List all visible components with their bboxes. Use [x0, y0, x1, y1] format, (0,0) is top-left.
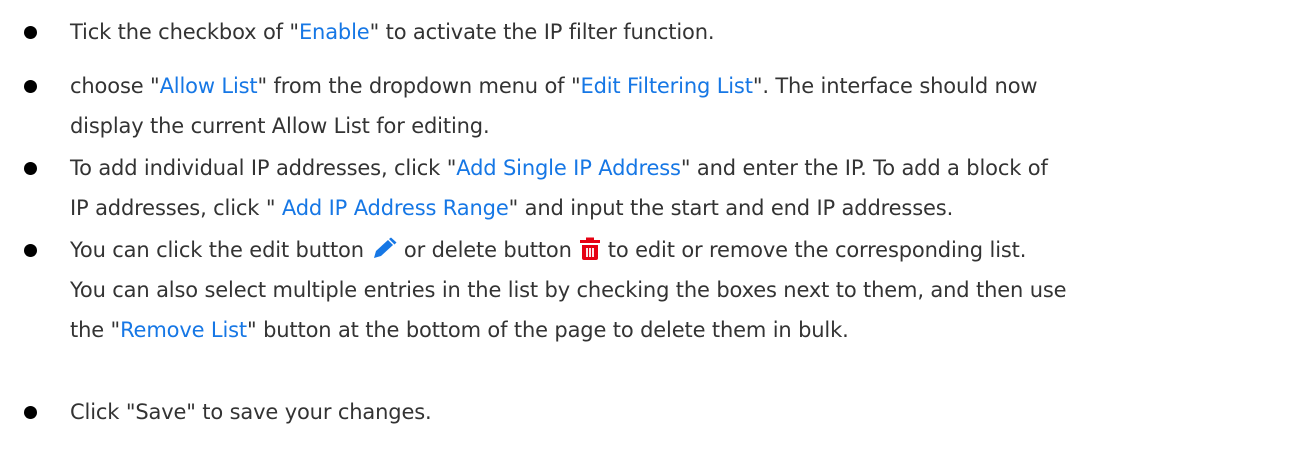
text-segment: " to activate the IP filter function. — [369, 20, 715, 44]
highlighted-term: Enable — [298, 20, 370, 44]
text-segment: " and input the start and end IP address… — [508, 196, 954, 220]
text-segment: ". The interface should now — [752, 74, 1038, 98]
highlighted-term: Add Single IP Address — [456, 156, 681, 180]
bullet-item-save: Click "Save" to save your changes. — [0, 392, 1311, 432]
text-segment: the " — [70, 318, 121, 342]
bullet-item-enable: Tick the checkbox of "Enable" to activat… — [0, 12, 1311, 52]
bullet-dot-icon — [24, 244, 37, 257]
bullet-dot-icon — [24, 26, 37, 39]
bullet-edit-delete-text-line-1: You can click the edit button or delete b… — [70, 230, 1306, 274]
highlighted-term: Allow List — [159, 74, 258, 98]
bullet-item-allow-list: choose "Allow List" from the dropdown me… — [0, 66, 1311, 146]
bullet-enable-text: Tick the checkbox of "Enable" to activat… — [70, 12, 1306, 52]
pencil-icon — [370, 234, 398, 274]
trash-icon — [578, 234, 602, 274]
bullet-dot-icon — [24, 406, 37, 419]
text-segment: Click "Save" to save your changes. — [70, 400, 432, 424]
highlighted-term: Edit Filtering List — [580, 74, 753, 98]
highlighted-term: Remove List — [120, 318, 248, 342]
text-segment: Tick the checkbox of " — [70, 20, 299, 44]
bullet-allow-list-text-line-2: display the current Allow List for editi… — [70, 106, 1306, 146]
bullet-save-text: Click "Save" to save your changes. — [70, 392, 1306, 432]
text-segment: to edit or remove the corresponding list… — [607, 238, 1027, 262]
bullet-dot-icon — [24, 162, 37, 175]
bullet-edit-delete-text-line-2: You can also select multiple entries in … — [70, 270, 1306, 310]
bullet-item-edit-delete: You can click the edit button or delete b… — [0, 230, 1311, 350]
text-segment: To add individual IP addresses, click " — [70, 156, 457, 180]
text-segment: " and enter the IP. To add a block of — [680, 156, 1048, 180]
bullet-item-add-ip: To add individual IP addresses, click "A… — [0, 148, 1311, 228]
bullet-dot-icon — [24, 80, 37, 93]
bullet-add-ip-text-line-1: To add individual IP addresses, click "A… — [70, 148, 1306, 188]
highlighted-term: Add IP Address Range — [281, 196, 509, 220]
text-segment: choose " — [70, 74, 160, 98]
text-segment: " from the dropdown menu of " — [257, 74, 581, 98]
text-segment: IP addresses, click " — [70, 196, 282, 220]
text-segment: You can click the edit button — [70, 238, 364, 262]
bullet-allow-list-text-line-1: choose "Allow List" from the dropdown me… — [70, 66, 1306, 106]
bullet-add-ip-text-line-2: IP addresses, click " Add IP Address Ran… — [70, 188, 1306, 228]
text-segment: " button at the bottom of the page to de… — [247, 318, 849, 342]
text-segment: You can also select multiple entries in … — [70, 278, 1067, 302]
instruction-document: Tick the checkbox of "Enable" to activat… — [0, 0, 1311, 459]
bullet-edit-delete-text-line-3: the "Remove List" button at the bottom o… — [70, 310, 1306, 350]
text-segment: display the current Allow List for editi… — [70, 114, 490, 138]
text-segment: or delete button — [403, 238, 572, 262]
